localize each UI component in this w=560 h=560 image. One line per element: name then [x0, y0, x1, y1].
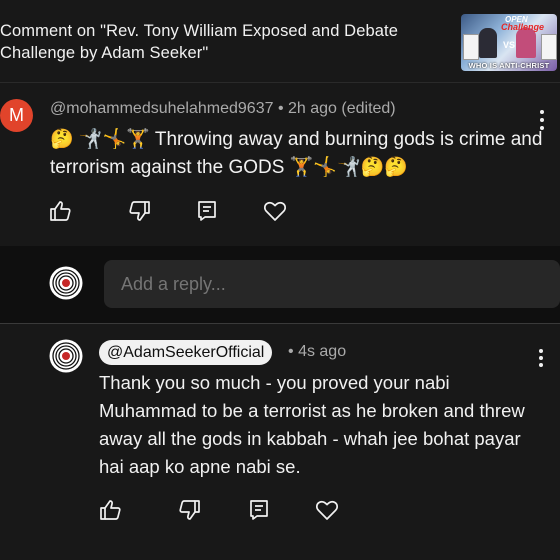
- thumbnail-panel-right: [541, 34, 557, 60]
- heart-icon[interactable]: [315, 498, 341, 524]
- thumbnail-vs-text: VS: [503, 40, 516, 50]
- comment-text: 🤔 🤺🤸🏋 Throwing away and burning gods is …: [50, 129, 543, 178]
- user-avatar[interactable]: [49, 266, 83, 300]
- thumbnail-person-right: [516, 28, 536, 58]
- reply-time: 4s ago: [298, 343, 347, 360]
- avatar[interactable]: M: [0, 99, 33, 132]
- like-icon[interactable]: [49, 199, 75, 225]
- comment-actions: [49, 199, 289, 225]
- meta-separator: •: [277, 100, 284, 117]
- comment-header: Comment on "Rev. Tony William Exposed an…: [0, 0, 560, 83]
- meta-separator: •: [288, 343, 294, 360]
- page-title: Comment on "Rev. Tony William Exposed an…: [0, 22, 398, 62]
- thumbnail-script-text: Challenge: [501, 22, 545, 32]
- reply-meta: • 4s ago: [288, 343, 346, 361]
- avatar[interactable]: [49, 339, 83, 373]
- more-options-icon[interactable]: [539, 349, 545, 370]
- reply-text: Thank you so much - you proved your nabi…: [99, 372, 525, 477]
- comment-meta: @mohammedsuhelahmed9637 • 2h ago (edited…: [50, 100, 396, 118]
- reply-input[interactable]: [104, 260, 560, 308]
- thumbnail-person-left: [479, 28, 497, 58]
- reply-author-badge[interactable]: @AdamSeekerOfficial: [99, 340, 273, 365]
- reply-actions: [99, 498, 341, 524]
- comment-author[interactable]: @mohammedsuhelahmed9637: [50, 100, 273, 117]
- dislike-icon[interactable]: [127, 199, 153, 225]
- dislike-icon[interactable]: [177, 498, 203, 524]
- heart-icon[interactable]: [263, 199, 289, 225]
- reply-icon[interactable]: [247, 498, 273, 524]
- video-thumbnail[interactable]: OPEN Challenge VS WHO IS ANTI-CHRIST: [461, 14, 557, 71]
- thumbnail-panel-left: [463, 34, 479, 60]
- like-icon[interactable]: [99, 498, 125, 524]
- comment-time: 2h ago (edited): [288, 100, 396, 117]
- reply-icon[interactable]: [195, 199, 221, 225]
- thumbnail-bottom-text: WHO IS ANTI-CHRIST: [468, 61, 550, 70]
